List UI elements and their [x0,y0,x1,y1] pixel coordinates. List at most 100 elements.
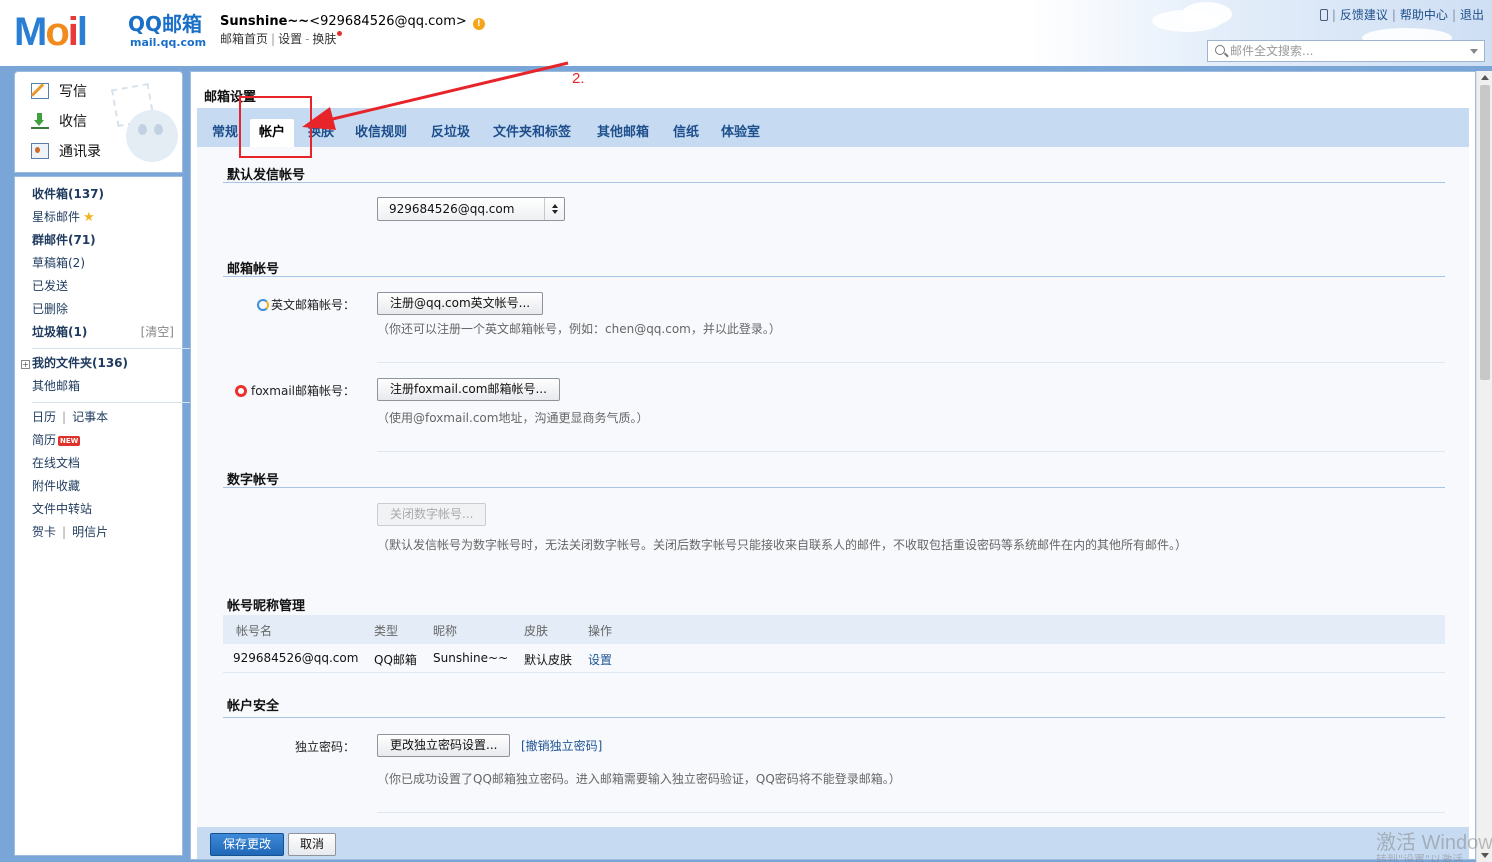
clear-spam-link[interactable]: [清空] [141,324,174,340]
english-account-hint: （你还可以注册一个英文邮箱帐号，例如：chen@qq.com，并以此登录。） [377,322,781,336]
tab-folders-labels[interactable]: 文件夹和标签 [484,119,580,147]
tab-labs[interactable]: 体验室 [712,119,769,147]
section-divider [223,276,1445,277]
mail-search-box[interactable] [1207,40,1485,62]
section-divider [223,487,1445,488]
tab-other-mailboxes[interactable]: 其他邮箱 [588,119,658,147]
new-badge: NEW [58,436,81,446]
sidebar-item-deleted[interactable]: 已删除 [32,302,68,316]
skin-notify-dot [337,31,343,36]
logo-wordmark: Moil [14,10,88,54]
section-title-default-sender: 默认发信帐号 [227,168,306,183]
numeric-account-hint: （默认发信帐号为数字帐号时，无法关闭数字帐号。关闭后数字帐号只能接收来自联系人的… [377,538,1188,552]
sidebar-item-sent[interactable]: 已发送 [32,279,68,293]
user-name: Sunshine~~ [220,14,310,29]
row-divider [377,812,1445,813]
contacts-label: 通讯录 [59,144,101,160]
row-divider [377,451,1445,452]
windows-activation-subtext: 转到"设置"以激活 [1376,853,1464,862]
sidebar-divider [32,402,190,403]
settings-tab-bar: 常规 帐户 换肤 收信规则 反垃圾 文件夹和标签 其他邮箱 信纸 体验室 [197,108,1469,147]
col-header-type: 类型 [374,624,399,638]
compose-button[interactable]: 写信 [31,80,87,102]
search-dropdown-arrow-icon[interactable] [1470,49,1478,54]
user-links: 邮箱首页 | 设置 - 换肤 [220,31,343,47]
col-header-account: 帐号名 [236,624,273,638]
compose-label: 写信 [59,84,87,100]
receive-mail-button[interactable]: 收信 [31,110,87,132]
qq-mail-logo[interactable]: Moil QQ邮箱 mail.qq.com [14,10,206,54]
sidebar-item-file-transfer[interactable]: 文件中转站 [32,502,92,516]
qq-penguin-decoration [110,82,182,170]
feedback-link[interactable]: 反馈建议 [1340,8,1388,22]
annotation-highlight-box [239,96,312,158]
english-account-label: 英文邮箱帐号： [256,296,355,313]
warning-icon[interactable]: ! [472,18,485,30]
settings-footer-bar: 保存更改 取消 [197,827,1469,859]
cell-type: QQ邮箱 [374,653,417,667]
mobile-phone-icon[interactable] [1319,9,1328,21]
sidebar-item-inbox[interactable]: 收件箱(137) [32,187,104,201]
register-english-account-button[interactable]: 注册@qq.com英文帐号... [377,292,544,315]
logo-qq-text: QQ邮箱 [128,12,203,36]
nickname-settings-link[interactable]: 设置 [588,651,612,668]
page-scrollbar[interactable] [1476,71,1492,862]
nickname-table-header [223,615,1445,644]
default-sender-select[interactable]: 929684526@qq.com [377,197,565,221]
logout-link[interactable]: 退出 [1460,8,1484,22]
top-right-links: | 反馈建议 | 帮助中心 | 退出 [1319,7,1484,23]
foxmail-icon [234,385,247,397]
scroll-thumb[interactable] [1480,85,1490,380]
section-title-security: 帐户安全 [227,699,280,714]
revoke-independent-password-link[interactable]: [撤销独立密码] [521,737,602,754]
sidebar-item-cards[interactable]: 贺卡 [32,525,56,539]
cancel-button[interactable]: 取消 [288,833,337,856]
help-center-link[interactable]: 帮助中心 [1400,8,1448,22]
sidebar-item-my-folders[interactable]: 我的文件夹(136) [32,356,128,370]
tab-mail-rules[interactable]: 收信规则 [346,119,416,147]
star-icon: ★ [83,210,95,225]
tab-anti-spam[interactable]: 反垃圾 [422,119,479,147]
close-numeric-account-button[interactable]: 关闭数字帐号... [377,503,487,526]
sidebar-item-other-mail[interactable]: 其他邮箱 [32,379,80,393]
scroll-up-arrow-icon[interactable] [1481,75,1489,80]
independent-password-hint: （你已成功设置了QQ邮箱独立密码。进入邮箱需要输入独立密码验证，QQ密码将不能登… [377,772,901,786]
expand-plus-icon[interactable]: + [21,360,30,369]
section-title-numeric-account: 数字帐号 [227,473,280,488]
table-bottom-line [223,672,1445,673]
compose-pencil-icon [31,83,49,99]
sidebar-item-drafts[interactable]: 草稿箱(2) [32,256,85,270]
sidebar-item-online-docs[interactable]: 在线文档 [32,456,80,470]
sidebar-item-resume[interactable]: 简历 [32,433,56,447]
register-foxmail-account-button[interactable]: 注册foxmail.com邮箱帐号... [377,378,560,401]
top-header: Moil QQ邮箱 mail.qq.com Sunshine~~<9296845… [0,0,1492,66]
sidebar-item-attachments[interactable]: 附件收藏 [32,479,80,493]
section-title-nickname: 帐号昵称管理 [227,599,306,614]
change-skin-link[interactable]: 换肤 [312,32,336,46]
sidebar-item-spam[interactable]: 垃圾箱(1) [32,325,87,339]
tab-stationery[interactable]: 信纸 [664,119,708,147]
search-input[interactable] [1230,42,1460,60]
sidebar-item-group-mail[interactable]: 群邮件(71) [32,233,96,247]
sidebar-item-starred[interactable]: 星标邮件 [32,210,80,224]
section-divider [223,182,1445,183]
row-divider [377,362,1445,363]
sidebar-item-notes[interactable]: 记事本 [72,410,108,424]
mailbox-home-link[interactable]: 邮箱首页 [220,32,268,46]
section-title-mail-accounts: 邮箱帐号 [227,262,280,277]
contacts-button[interactable]: 通讯录 [31,140,101,162]
sidebar-item-calendar[interactable]: 日历 [32,410,56,424]
receive-arrow-icon [31,113,49,129]
cell-account: 929684526@qq.com [233,651,359,665]
search-icon[interactable] [1215,45,1225,55]
settings-link[interactable]: 设置 [278,32,302,46]
col-header-nickname: 昵称 [433,624,458,638]
col-header-skin: 皮肤 [524,624,549,638]
foxmail-account-label: foxmail邮箱帐号： [234,382,355,399]
change-independent-password-button[interactable]: 更改独立密码设置... [377,734,511,757]
annotation-step-label: 2. [572,70,585,87]
save-changes-button[interactable]: 保存更改 [210,833,285,856]
independent-password-label: 独立密码： [294,740,355,754]
sidebar-item-postcards[interactable]: 明信片 [72,525,108,539]
col-header-action: 操作 [588,624,613,638]
